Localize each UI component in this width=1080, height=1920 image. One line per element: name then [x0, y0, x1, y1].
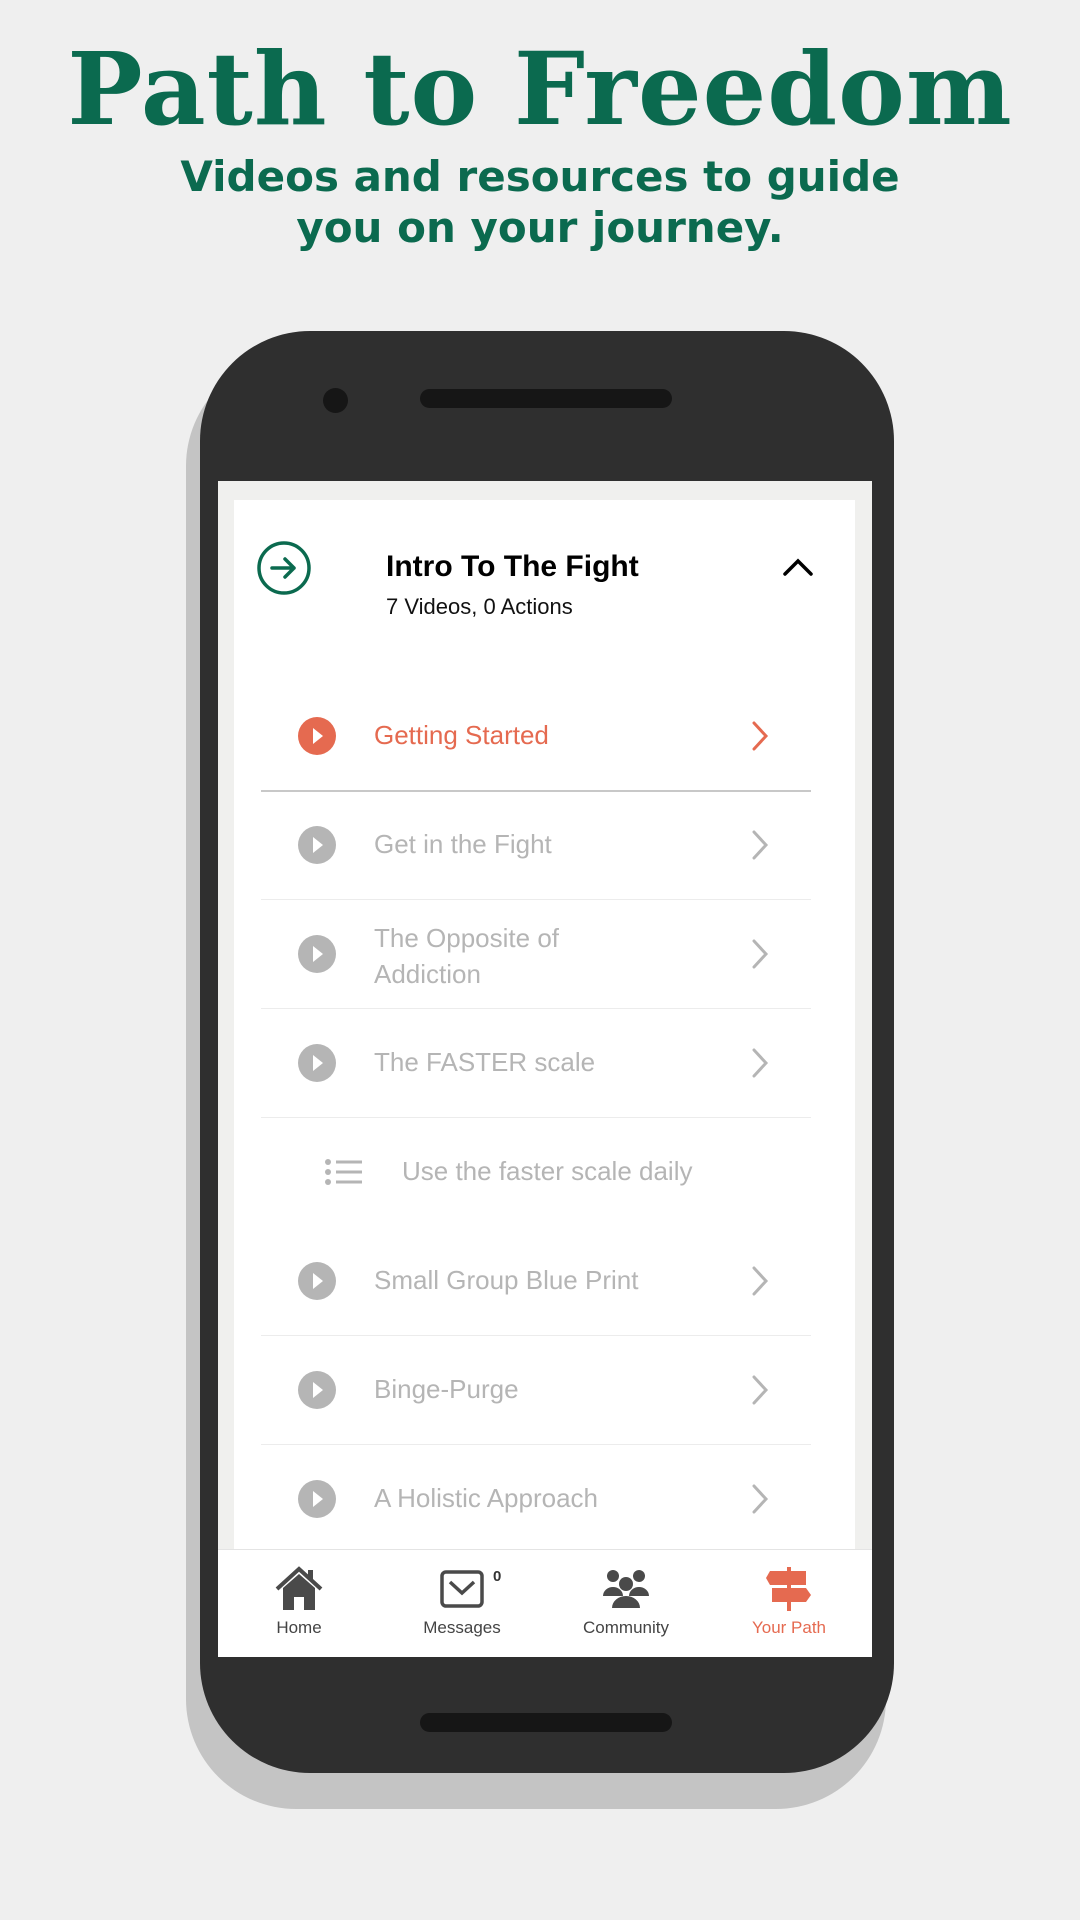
phone-camera: [323, 388, 348, 413]
divider: [261, 1444, 811, 1445]
chevron-up-icon[interactable]: [782, 556, 814, 578]
hero-title: Path to Freedom: [67, 30, 1013, 148]
home-icon: [275, 1566, 323, 1610]
play-circle-icon: [298, 1044, 336, 1082]
video-list-item[interactable]: The FASTER scale: [234, 1013, 855, 1113]
tab-label: Home: [276, 1618, 322, 1637]
chevron-right-icon: [752, 1375, 769, 1405]
video-list-item[interactable]: The Opposite of Addiction: [234, 904, 855, 1004]
tab-your-path[interactable]: Your Path: [714, 1550, 864, 1657]
item-label: Getting Started: [374, 720, 549, 750]
section-card: Intro To The Fight 7 Videos, 0 Actions G…: [234, 500, 855, 1600]
list-icon: [325, 1159, 362, 1185]
play-circle-icon: [298, 1262, 336, 1300]
item-label: The FASTER scale: [374, 1047, 596, 1077]
video-list-item[interactable]: Binge-Purge: [234, 1340, 855, 1440]
action-list-item[interactable]: Use the faster scale daily: [234, 1122, 855, 1222]
people-icon: [603, 1570, 649, 1608]
messages-badge: 0: [493, 1568, 502, 1585]
section-header[interactable]: [256, 540, 312, 601]
signpost-icon: [766, 1567, 811, 1611]
play-circle-icon: [298, 935, 336, 973]
hero-subtitle-line1: Videos and resources to guide: [180, 152, 900, 201]
section-subtitle: 7 Videos, 0 Actions: [386, 594, 573, 619]
chevron-right-icon: [752, 1266, 769, 1296]
chevron-right-icon: [752, 1484, 769, 1514]
phone-bottom-speaker: [420, 1713, 672, 1732]
video-list-item[interactable]: Get in the Fight: [234, 795, 855, 895]
chevron-right-icon: [752, 1048, 769, 1078]
chevron-right-icon: [752, 830, 769, 860]
divider: [261, 790, 811, 792]
arrow-right-circle-icon: [257, 541, 311, 595]
phone-speaker: [420, 389, 672, 408]
tab-label: Community: [583, 1618, 669, 1637]
tab-home[interactable]: Home: [224, 1550, 374, 1657]
tab-community[interactable]: Community: [551, 1550, 701, 1657]
video-list-item[interactable]: Small Group Blue Print: [234, 1231, 855, 1331]
play-circle-icon: [298, 826, 336, 864]
item-label: Use the faster scale daily: [402, 1156, 693, 1186]
chevron-right-icon: [752, 721, 769, 751]
item-label: Get in the Fight: [374, 829, 552, 859]
divider: [261, 1117, 811, 1118]
divider: [261, 899, 811, 900]
section-title: Intro To The Fight: [386, 550, 639, 583]
play-circle-icon: [298, 1371, 336, 1409]
divider: [261, 1008, 811, 1009]
video-list-item[interactable]: A Holistic Approach: [234, 1449, 855, 1549]
divider: [261, 1335, 811, 1336]
play-circle-icon: [298, 1480, 336, 1518]
play-circle-icon: [298, 717, 336, 755]
item-label: Binge-Purge: [374, 1374, 519, 1404]
bottom-tab-bar: Home 0 Messages Community Your Path: [218, 1549, 872, 1657]
tab-label: Your Path: [751, 1618, 827, 1637]
chevron-right-icon: [752, 939, 769, 969]
hero-subtitle-line2: you on your journey.: [296, 203, 784, 252]
item-label: A Holistic Approach: [374, 1483, 599, 1513]
tab-messages[interactable]: 0 Messages: [387, 1550, 537, 1657]
app-screen: Intro To The Fight 7 Videos, 0 Actions G…: [218, 481, 872, 1657]
envelope-icon: [440, 1570, 484, 1608]
tab-label: Messages: [423, 1618, 501, 1637]
video-list-item[interactable]: Getting Started: [234, 686, 855, 786]
item-label: Small Group Blue Print: [374, 1265, 639, 1295]
item-label: The Opposite of Addiction: [374, 923, 559, 989]
